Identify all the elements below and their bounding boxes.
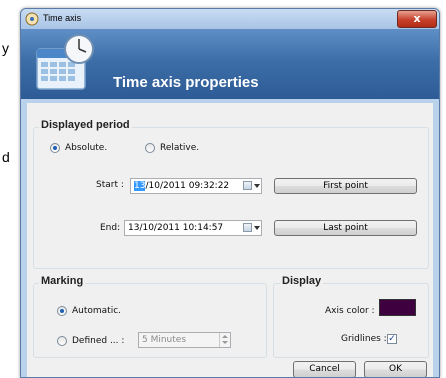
- first-point-button[interactable]: First point: [274, 178, 417, 194]
- automatic-label: Automatic.: [72, 306, 122, 316]
- end-date-picker[interactable]: 13/10/2011 10:14:57: [124, 220, 262, 236]
- defined-label: Defined ... :: [72, 336, 125, 346]
- gridlines-label: Gridlines :: [341, 334, 387, 344]
- end-calendar-dropdown[interactable]: [243, 222, 263, 234]
- gridlines-checkbox[interactable]: ✓: [387, 334, 397, 344]
- background-text: y: [2, 40, 9, 56]
- start-date-value: 13/10/2011 09:32:22: [134, 181, 229, 191]
- start-date-day: 13: [134, 181, 146, 191]
- automatic-radio[interactable]: [57, 306, 67, 316]
- header-banner: Time axis properties: [21, 29, 439, 99]
- dialog-body: Displayed period Absolute. Relative. Sta…: [27, 103, 433, 377]
- axis-color-swatch[interactable]: [379, 299, 416, 316]
- app-icon: [25, 12, 39, 26]
- chevron-down-icon: [254, 226, 260, 230]
- marking-title: Marking: [39, 275, 86, 287]
- display-title: Display: [280, 275, 324, 287]
- end-date-value: 13/10/2011 10:14:57: [128, 223, 224, 233]
- calendar-icon: [243, 181, 252, 190]
- cancel-button[interactable]: Cancel: [293, 361, 356, 377]
- background-text: d: [2, 149, 10, 165]
- displayed-period-title: Displayed period: [39, 119, 132, 131]
- chevron-down-icon: [254, 184, 260, 188]
- spin-down-icon[interactable]: [222, 341, 228, 344]
- banner-title: Time axis properties: [113, 74, 259, 91]
- absolute-radio[interactable]: [50, 143, 60, 153]
- axis-color-label: Axis color :: [325, 306, 375, 316]
- ok-button[interactable]: OK: [364, 361, 427, 377]
- relative-radio[interactable]: [145, 143, 155, 153]
- time-axis-dialog: Time axis x Time axis properties Display…: [20, 8, 440, 378]
- defined-radio[interactable]: [57, 336, 67, 346]
- defined-interval-spinner[interactable]: 5 Minutes: [138, 332, 231, 348]
- start-date-picker[interactable]: 13/10/2011 09:32:22: [130, 178, 262, 194]
- window-title: Time axis: [43, 13, 82, 23]
- start-label: Start :: [96, 180, 124, 190]
- spinner-buttons[interactable]: [219, 333, 231, 347]
- close-button[interactable]: x: [397, 10, 437, 28]
- relative-label: Relative.: [160, 143, 200, 153]
- spin-up-icon[interactable]: [222, 335, 228, 338]
- last-point-button[interactable]: Last point: [274, 220, 417, 236]
- end-label: End:: [100, 223, 121, 233]
- calendar-icon: [243, 223, 252, 232]
- absolute-label: Absolute.: [65, 143, 108, 153]
- defined-interval-value: 5 Minutes: [142, 335, 187, 345]
- start-calendar-dropdown[interactable]: [243, 180, 263, 192]
- title-bar[interactable]: Time axis x: [21, 9, 439, 29]
- display-group: [273, 283, 429, 358]
- start-date-rest: /10/2011 09:32:22: [145, 181, 230, 191]
- calendar-clock-icon: [36, 34, 94, 90]
